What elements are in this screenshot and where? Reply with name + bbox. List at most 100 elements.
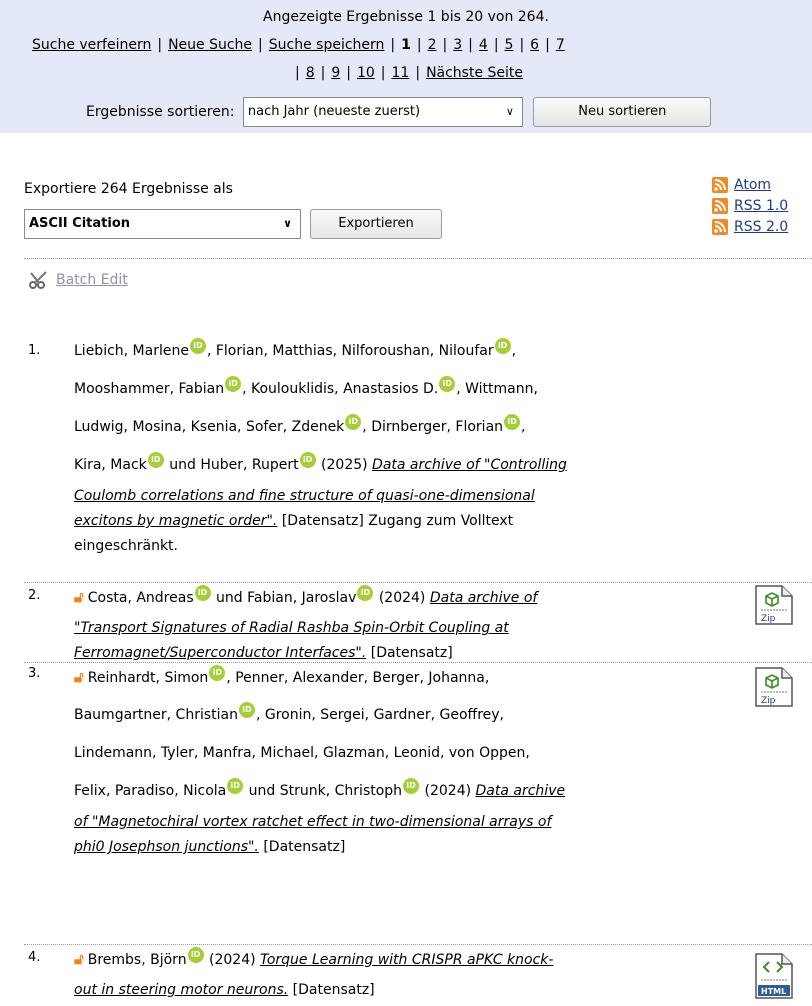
- page-link-3[interactable]: 3: [453, 37, 462, 53]
- rss-icon: [712, 219, 728, 235]
- result-line: 🔓︎ Costa, Andreas iD und Fabian, Jaroslav i…: [74, 578, 734, 616]
- result-line: out in steering motor neurons. [Datensat…: [74, 978, 734, 1003]
- orcid-icon[interactable]: iD: [194, 585, 211, 601]
- author-name[interactable]: Mooshammer, Fabian: [74, 381, 224, 397]
- feed-rss2-link[interactable]: RSS 2.0: [734, 219, 788, 235]
- result-title[interactable]: Data archive: [476, 783, 566, 799]
- zip-file-icon[interactable]: Zip: [752, 666, 796, 708]
- feed-atom-link[interactable]: Atom: [734, 177, 771, 193]
- html-label: HTML: [761, 987, 786, 996]
- open-access-icon: 🔓︎: [74, 950, 84, 968]
- page-link-11[interactable]: 11: [392, 65, 410, 81]
- orcid-icon[interactable]: iD: [504, 414, 521, 430]
- result-title[interactable]: Torque Learning with CRISPR aPKC knock-: [260, 952, 553, 968]
- export-label: Exportiere 264 Ergebnisse als: [24, 181, 233, 197]
- html-file-icon[interactable]: HTML: [752, 952, 796, 1000]
- author-name[interactable]: und Fabian, Jaroslav: [212, 590, 356, 606]
- result-title[interactable]: Data archive of: [430, 590, 538, 606]
- result-title[interactable]: phi0 Josephson junctions".: [74, 839, 259, 855]
- orcid-icon[interactable]: iD: [345, 414, 362, 430]
- batch-edit-link[interactable]: Batch Edit: [56, 272, 128, 288]
- result-title[interactable]: of "Magnetochiral vortex ratchet effect …: [74, 814, 551, 830]
- feed-rss1[interactable]: RSS 1.0: [712, 196, 788, 216]
- sort-label: Ergebnisse sortieren:: [86, 104, 235, 120]
- author-name[interactable]: Kira, Mack: [74, 457, 147, 473]
- item-type: [Datensatz] Zugang zum Volltext: [277, 513, 514, 529]
- next-page-link[interactable]: Nächste Seite: [426, 65, 523, 81]
- author-name[interactable]: Costa, Andreas: [88, 590, 194, 606]
- save-search-link[interactable]: Suche speichern: [269, 37, 385, 53]
- access-note: eingeschränkt.: [74, 538, 178, 554]
- result-title[interactable]: excitons by magnetic order".: [74, 513, 277, 529]
- feed-rss1-link[interactable]: RSS 1.0: [734, 198, 788, 214]
- result-title[interactable]: "Transport Signatures of Radial Rashba S…: [74, 620, 509, 636]
- scissors-icon: [29, 271, 47, 289]
- results-summary: Angezeigte Ergebnisse 1 bis 20 von 264.: [263, 9, 549, 25]
- author-names[interactable]: Felix, Paradiso, Nicola: [74, 783, 226, 799]
- author-names[interactable]: , Gronin, Sergei, Gardner, Geoffrey,: [256, 707, 504, 723]
- page-link-4[interactable]: 4: [479, 37, 488, 53]
- author-names[interactable]: , Penner, Alexander, Berger, Johanna,: [226, 670, 489, 686]
- feed-rss2[interactable]: RSS 2.0: [712, 217, 788, 237]
- result-line: Baumgartner, Christian iD, Gronin, Sergei…: [74, 696, 734, 734]
- orcid-icon[interactable]: iD: [238, 702, 255, 718]
- author-name[interactable]: Baumgartner, Christian: [74, 707, 238, 723]
- page-link-10[interactable]: 10: [357, 65, 375, 81]
- results-header: Angezeigte Ergebnisse 1 bis 20 von 264. …: [0, 0, 812, 133]
- sort-row: Ergebnisse sortieren: nach Jahr (neueste…: [86, 97, 712, 127]
- author-name[interactable]: Reinhardt, Simon: [88, 670, 209, 686]
- refine-search-link[interactable]: Suche verfeinern: [32, 37, 151, 53]
- page-link-7[interactable]: 7: [556, 37, 565, 53]
- result-item-1: Liebich, Marlene iD, Florian, Matthias, N…: [74, 332, 734, 559]
- resort-button[interactable]: Neu sortieren: [533, 97, 712, 127]
- result-title[interactable]: Coulomb correlations and fine structure …: [74, 488, 535, 504]
- result-number: 1.: [28, 343, 41, 358]
- zip-label: Zip: [761, 696, 776, 706]
- page-link-6[interactable]: 6: [530, 37, 539, 53]
- orcid-icon[interactable]: iD: [357, 585, 374, 601]
- sort-select[interactable]: nach Jahr (neueste zuerst) ∨: [242, 97, 523, 127]
- author-names[interactable]: , Wittmann,: [456, 381, 538, 397]
- author-names[interactable]: , Florian, Matthias, Nilforoushan, Nilou…: [207, 343, 494, 359]
- orcid-icon[interactable]: iD: [439, 376, 456, 392]
- page-link-8[interactable]: 8: [306, 65, 315, 81]
- orcid-icon[interactable]: iD: [189, 338, 206, 354]
- chevron-down-icon: ∨: [283, 217, 292, 230]
- zip-file-icon[interactable]: Zip: [752, 584, 796, 626]
- author-name[interactable]: Brembs, Björn: [88, 952, 187, 968]
- open-access-icon: 🔓︎: [74, 668, 84, 686]
- export-button[interactable]: Exportieren: [310, 209, 442, 239]
- orcid-icon[interactable]: iD: [147, 452, 164, 468]
- orcid-icon[interactable]: iD: [299, 452, 316, 468]
- orcid-icon[interactable]: iD: [227, 778, 244, 794]
- orcid-icon[interactable]: iD: [187, 947, 204, 963]
- batch-edit[interactable]: Batch Edit: [28, 270, 128, 290]
- export-format-select[interactable]: ASCII Citation ∨: [24, 209, 301, 239]
- author-names[interactable]: , Dirnberger, Florian: [362, 419, 503, 435]
- orcid-icon[interactable]: iD: [209, 665, 226, 681]
- author-name[interactable]: Liebich, Marlene: [74, 343, 189, 359]
- result-line: Coulomb correlations and fine structure …: [74, 484, 734, 509]
- zip-label: Zip: [761, 614, 776, 624]
- author-name[interactable]: und Huber, Rupert: [165, 457, 298, 473]
- new-search-link[interactable]: Neue Suche: [168, 37, 252, 53]
- result-line: Ludwig, Mosina, Ksenia, Sofer, Zdenek iD,…: [74, 408, 734, 446]
- author-name[interactable]: und Strunk, Christoph: [244, 783, 402, 799]
- item-type: [Datensatz]: [258, 839, 346, 855]
- author-names[interactable]: Lindemann, Tyler, Manfra, Michael, Glazm…: [74, 745, 530, 761]
- result-title[interactable]: out in steering motor neurons.: [74, 982, 288, 998]
- open-access-icon: 🔓︎: [74, 588, 84, 606]
- orcid-icon[interactable]: iD: [494, 338, 511, 354]
- page-link-9[interactable]: 9: [331, 65, 340, 81]
- author-names[interactable]: Ludwig, Mosina, Ksenia, Sofer, Zdenek: [74, 419, 344, 435]
- page-link-2[interactable]: 2: [428, 37, 437, 53]
- result-line: 🔓︎ Brembs, Björn iD (2024) Torque Learning…: [74, 940, 734, 978]
- result-number: 3.: [28, 666, 41, 681]
- result-title[interactable]: Data archive of "Controlling: [372, 457, 567, 473]
- orcid-icon[interactable]: iD: [403, 778, 420, 794]
- author-names[interactable]: , Koulouklidis, Anastasios D.: [242, 381, 438, 397]
- feed-atom[interactable]: Atom: [712, 175, 788, 195]
- result-line: phi0 Josephson junctions". [Datensatz]: [74, 835, 734, 860]
- orcid-icon[interactable]: iD: [225, 376, 242, 392]
- rss-icon: [712, 177, 728, 193]
